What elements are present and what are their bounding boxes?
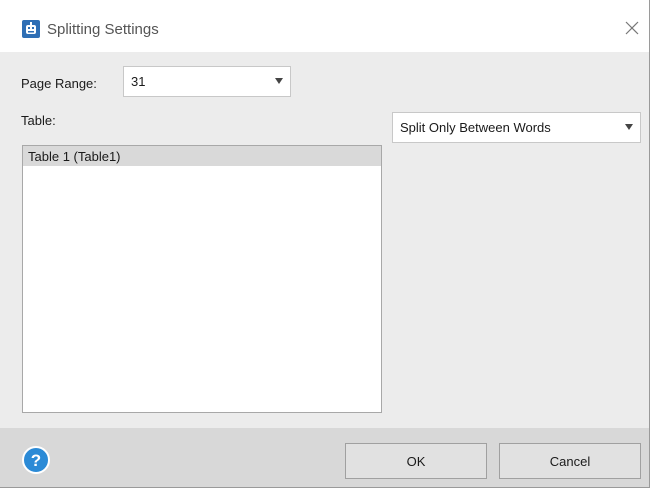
close-icon: [625, 21, 639, 35]
title-bar: Splitting Settings: [0, 0, 649, 52]
list-item-label: Table 1 (Table1): [28, 149, 121, 164]
page-range-label: Page Range:: [21, 76, 97, 91]
close-button[interactable]: [618, 14, 646, 42]
cancel-button-label: Cancel: [549, 454, 591, 469]
help-icon: ?: [30, 451, 42, 470]
ok-button-label: OK: [406, 454, 426, 469]
page-range-select[interactable]: 31: [123, 66, 291, 97]
cancel-button[interactable]: Cancel: [499, 443, 641, 479]
split-mode-select[interactable]: Split Only Between Words: [392, 112, 641, 143]
splitting-settings-dialog: Splitting Settings Page Range: 31 Table:…: [0, 0, 650, 488]
app-logo-icon: [22, 20, 40, 38]
list-item[interactable]: Table 1 (Table1): [23, 146, 381, 166]
ok-button[interactable]: OK: [345, 443, 487, 479]
dialog-footer: ? OK Cancel: [0, 428, 649, 487]
dropdown-arrow-icon: [625, 124, 633, 130]
split-mode-value: Split Only Between Words: [400, 120, 551, 135]
dropdown-arrow-icon: [275, 78, 283, 84]
table-label: Table:: [21, 113, 56, 128]
table-list[interactable]: Table 1 (Table1): [22, 145, 382, 413]
help-button[interactable]: ?: [22, 446, 50, 474]
page-range-value: 31: [131, 74, 146, 89]
window-title: Splitting Settings: [47, 21, 159, 38]
